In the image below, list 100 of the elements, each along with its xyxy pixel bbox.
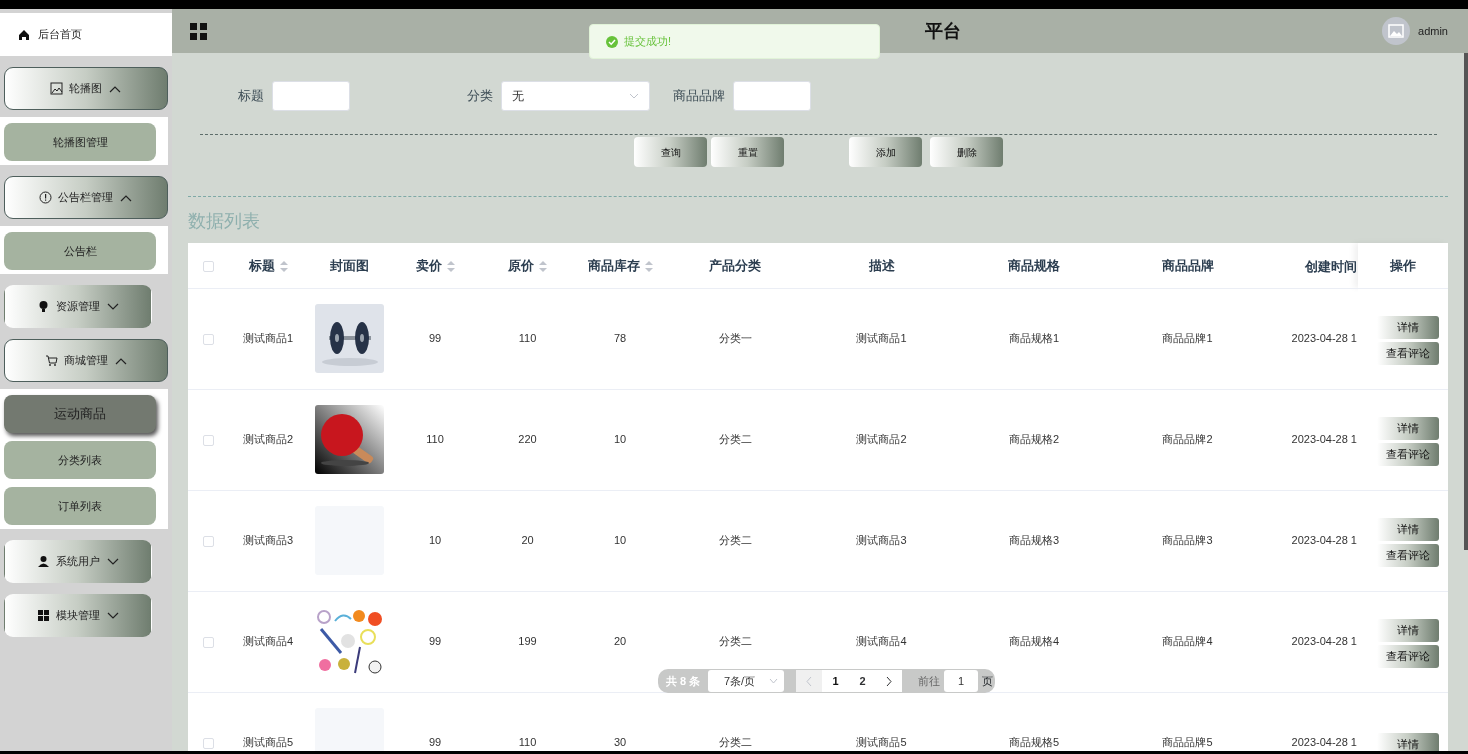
- table-cell: 分类二: [718, 534, 752, 547]
- table-cell: 商品品牌5: [1162, 736, 1213, 749]
- checkbox[interactable]: [202, 260, 214, 272]
- home-icon: [18, 28, 30, 41]
- checkbox[interactable]: [202, 737, 214, 749]
- table-cell: 商品规格4: [1008, 635, 1060, 648]
- table-cell: 测试商品5: [856, 736, 907, 749]
- table-cell: 2023-04-28 1: [1291, 736, 1357, 749]
- column-header: 商品规格: [1008, 257, 1060, 273]
- menu-group-button[interactable]: 资源管理: [4, 285, 152, 328]
- menu-group-button[interactable]: 轮播图: [4, 67, 168, 110]
- page-number[interactable]: 1: [822, 670, 849, 692]
- column-header: 产品分类: [709, 257, 761, 273]
- column-header: 创建时间: [1305, 259, 1357, 274]
- table-cell: 99: [428, 736, 442, 749]
- toast-message: 提交成功!: [624, 34, 672, 50]
- menu-group-button[interactable]: 模块管理: [4, 594, 152, 637]
- home-menu-item[interactable]: 后台首页: [0, 13, 172, 56]
- table-cell: 商品品牌2: [1162, 433, 1213, 446]
- submenu-item[interactable]: 订单列表: [4, 487, 156, 525]
- column-header: 卖价: [415, 257, 442, 273]
- table-cell: 10: [613, 534, 627, 547]
- column-header: 原价: [508, 257, 534, 273]
- menu-group-button[interactable]: 系统用户: [4, 540, 152, 583]
- table-cell: 10: [613, 433, 627, 446]
- table-cell: 测试商品1: [856, 332, 907, 345]
- table-cell: 99: [428, 635, 442, 648]
- page-number[interactable]: 2: [849, 670, 876, 692]
- table-cell: 测试商品5: [242, 736, 294, 749]
- input-field[interactable]: [733, 81, 811, 111]
- table-cell: 商品品牌1: [1162, 332, 1213, 345]
- submenu-item[interactable]: 公告栏: [4, 232, 156, 270]
- table-cell: 99: [428, 332, 442, 345]
- input-field[interactable]: [272, 81, 350, 111]
- table-cell: 2023-04-28 1: [1291, 433, 1357, 446]
- table-cell: 商品品牌3: [1162, 534, 1213, 547]
- image-icon: [50, 82, 63, 95]
- page-size-select[interactable]: 7条/页: [708, 670, 784, 692]
- table-cell: 测试商品3: [242, 534, 294, 547]
- table-cell: 测试商品1: [242, 332, 294, 345]
- section-title: 数据列表: [188, 210, 261, 232]
- column-header: 操作: [1390, 257, 1416, 273]
- row-action-button[interactable]: 查看评论: [1377, 644, 1439, 668]
- row-action-button[interactable]: 详情: [1377, 315, 1439, 339]
- check-circle-icon: [606, 35, 618, 48]
- table-cell: 110: [518, 736, 537, 749]
- table-cell: 分类二: [718, 736, 752, 749]
- user-icon: [36, 555, 50, 568]
- table-cell: 测试商品3: [856, 534, 907, 547]
- table-cell: 测试商品2: [856, 433, 907, 446]
- submenu-item[interactable]: 分类列表: [4, 441, 156, 479]
- chevron-icon: [105, 610, 120, 621]
- field-label: 标题: [238, 87, 264, 106]
- table-cell: 220: [518, 433, 537, 446]
- table-cell: 110: [426, 433, 444, 446]
- column-header: 商品品牌: [1161, 257, 1214, 273]
- column-header: 封面图: [329, 257, 369, 273]
- chevron-icon: [105, 556, 120, 567]
- submenu-item[interactable]: 运动商品: [4, 395, 156, 433]
- page-jump-field[interactable]: 1: [944, 670, 978, 692]
- table-cell: 商品品牌4: [1162, 635, 1213, 648]
- action-button[interactable]: 查询: [634, 137, 707, 167]
- table-cell: 10: [428, 534, 442, 547]
- table-cell: 商品规格1: [1008, 332, 1060, 345]
- table-cell: 20: [613, 635, 627, 648]
- row-action-button[interactable]: 详情: [1377, 517, 1439, 541]
- row-action-button[interactable]: 详情: [1377, 416, 1439, 440]
- row-action-button[interactable]: 查看评论: [1377, 543, 1439, 567]
- chevron-left-icon: [806, 676, 812, 686]
- checkbox[interactable]: [202, 434, 214, 446]
- row-action-button[interactable]: 详情: [1377, 618, 1439, 642]
- avatar-icon: [1382, 17, 1411, 45]
- row-action-button[interactable]: 详情: [1377, 732, 1439, 751]
- action-button[interactable]: 添加: [849, 137, 922, 167]
- action-button[interactable]: 重置: [711, 137, 784, 167]
- username: admin: [1418, 23, 1448, 39]
- row-action-button[interactable]: 查看评论: [1377, 442, 1439, 466]
- menu-group-button[interactable]: 公告栏管理: [4, 176, 168, 219]
- goto-label: 前往: [918, 673, 940, 689]
- menu-group-button[interactable]: 商城管理: [4, 339, 168, 382]
- action-button[interactable]: 删除: [930, 137, 1003, 167]
- column-header: 标题: [248, 257, 275, 273]
- next-page-button[interactable]: [876, 670, 902, 692]
- table-cell: 20: [521, 534, 534, 547]
- row-action-button[interactable]: 查看评论: [1377, 341, 1439, 365]
- grid-icon: [190, 22, 207, 40]
- cart-icon: [44, 354, 58, 367]
- column-header: 描述: [868, 257, 895, 273]
- submenu-item[interactable]: 轮播图管理: [4, 123, 156, 161]
- chevron-right-icon: [886, 676, 892, 686]
- checkbox[interactable]: [202, 535, 214, 547]
- checkbox[interactable]: [202, 636, 214, 648]
- checkbox[interactable]: [202, 333, 214, 345]
- select-field[interactable]: 无: [501, 81, 650, 111]
- chevron-icon: [105, 301, 120, 312]
- table-cell: 商品规格5: [1008, 736, 1060, 749]
- table-cell: 分类二: [718, 433, 752, 446]
- home-label: 后台首页: [38, 27, 82, 43]
- table-cell: 78: [613, 332, 627, 345]
- dropdown-caret-icon: [629, 93, 639, 99]
